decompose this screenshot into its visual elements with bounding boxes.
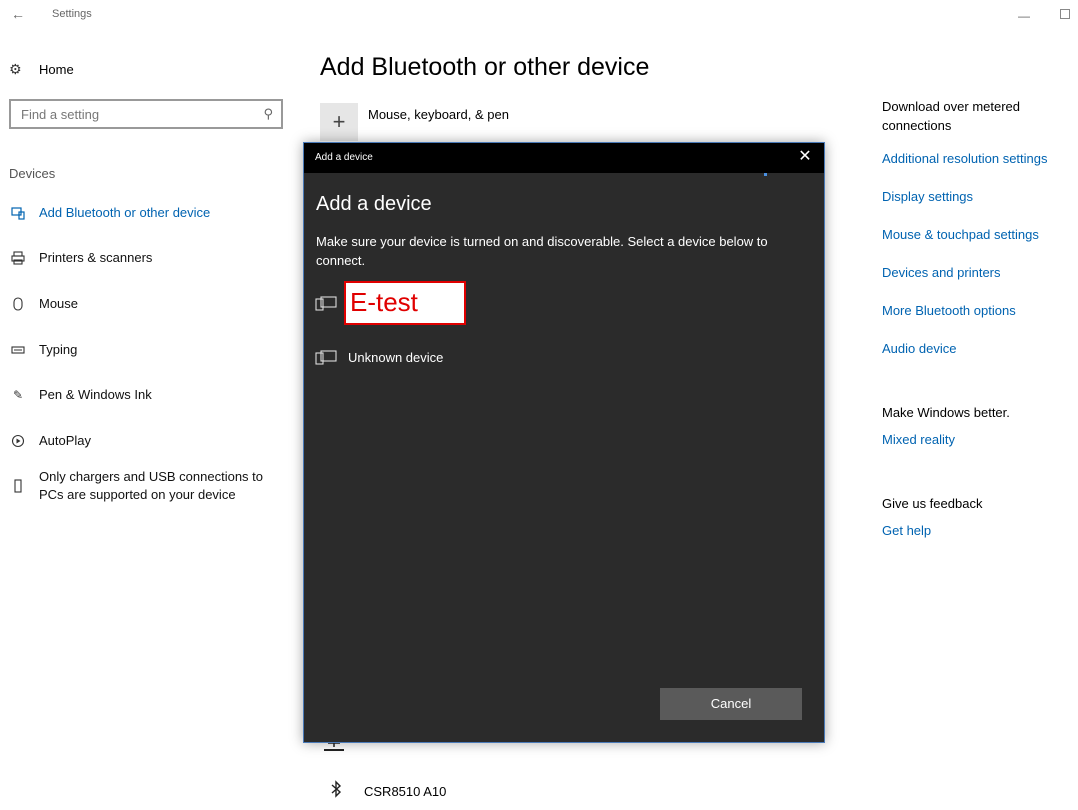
home-label: Home: [39, 61, 74, 77]
bluetooth-icon: [330, 780, 350, 803]
feedback-label: Give us feedback: [882, 496, 983, 511]
sidebar-item-label: Pen & Windows Ink: [39, 387, 152, 402]
sidebar-item-label: Typing: [39, 342, 78, 357]
sidebar-item-add-bluetooth[interactable]: Add Bluetooth or other device: [9, 204, 210, 222]
usb-icon: [9, 477, 27, 495]
link-display-settings[interactable]: Display settings: [882, 187, 973, 206]
sidebar-item-usb[interactable]: Only chargers and USB connections to PCs…: [9, 468, 294, 504]
device-item-e-test[interactable]: E-test: [314, 281, 466, 325]
maximize-button[interactable]: [1060, 9, 1070, 19]
link-devices-printers[interactable]: Devices and printers: [882, 263, 1001, 282]
window-titlebar: ← Settings —: [0, 0, 1078, 32]
minimize-button[interactable]: —: [1014, 6, 1034, 26]
add-device-dialog: Add a device ✕ Add a device Make sure yo…: [303, 142, 825, 743]
progress-dot: [764, 173, 767, 176]
device-icon: [314, 347, 338, 367]
add-row-label: Mouse, keyboard, & pen: [368, 107, 509, 122]
dialog-window-title: Add a device: [315, 152, 373, 163]
dialog-description: Make sure your device is turned on and d…: [316, 234, 768, 268]
link-more-bluetooth[interactable]: More Bluetooth options: [882, 301, 1016, 320]
plus-icon: +: [332, 109, 346, 134]
sidebar-item-label: Mouse: [39, 296, 79, 311]
sidebar-item-printers[interactable]: Printers & scanners: [9, 249, 152, 267]
window-title: Settings: [52, 8, 92, 20]
printer-icon: [9, 249, 27, 267]
sidebar-home[interactable]: ⚙ Home: [9, 58, 74, 80]
section-label-devices: Devices: [9, 166, 56, 181]
sidebar-item-pen[interactable]: ✎ Pen & Windows Ink: [9, 386, 152, 404]
autoplay-icon: [9, 432, 27, 450]
back-arrow-icon[interactable]: ←: [8, 4, 28, 24]
device-name: E-test: [344, 281, 466, 325]
search-box[interactable]: ⚲: [9, 99, 283, 129]
sidebar-item-mouse[interactable]: Mouse: [9, 295, 78, 313]
link-mouse-touchpad[interactable]: Mouse & touchpad settings: [882, 225, 1039, 244]
page-title: Add Bluetooth or other device: [320, 53, 650, 81]
sidebar-item-label: Only chargers and USB connections to PCs…: [39, 469, 264, 502]
device-name: CSR8510 A10: [364, 784, 447, 799]
sidebar-item-typing[interactable]: Typing: [9, 341, 77, 359]
gear-icon: ⚙: [9, 60, 22, 77]
pen-icon: ✎: [12, 388, 24, 402]
dialog-heading: Add a device: [316, 193, 432, 215]
mouse-icon: [9, 295, 27, 313]
device-item-unknown[interactable]: Unknown device: [314, 347, 443, 367]
cancel-button[interactable]: Cancel: [660, 688, 802, 720]
sidebar-item-autoplay[interactable]: AutoPlay: [9, 432, 91, 450]
metered-connections-label: Download over metered connections: [882, 99, 1021, 133]
bluetooth-devices-icon: [9, 204, 27, 222]
link-additional-resolution[interactable]: Additional resolution settings: [882, 149, 1048, 168]
link-audio-device[interactable]: Audio device: [882, 339, 956, 358]
keyboard-icon: [9, 341, 27, 359]
link-mixed-reality[interactable]: Mixed reality: [882, 430, 955, 449]
close-icon[interactable]: ✕: [796, 148, 814, 166]
sidebar-item-label: Add Bluetooth or other device: [39, 205, 211, 220]
search-input[interactable]: [11, 101, 241, 127]
link-get-help[interactable]: Get help: [882, 521, 931, 540]
make-windows-better-label: Make Windows better.: [882, 405, 1010, 420]
device-list-item[interactable]: CSR8510 A10: [330, 780, 446, 803]
sidebar-item-label: Printers & scanners: [39, 250, 153, 265]
device-name: Unknown device: [348, 349, 444, 365]
sidebar-item-label: AutoPlay: [39, 433, 92, 448]
add-device-button[interactable]: +: [320, 103, 358, 141]
search-icon[interactable]: ⚲: [263, 106, 273, 122]
device-icon: [314, 293, 338, 313]
dialog-titlebar: Add a device ✕: [304, 143, 824, 173]
